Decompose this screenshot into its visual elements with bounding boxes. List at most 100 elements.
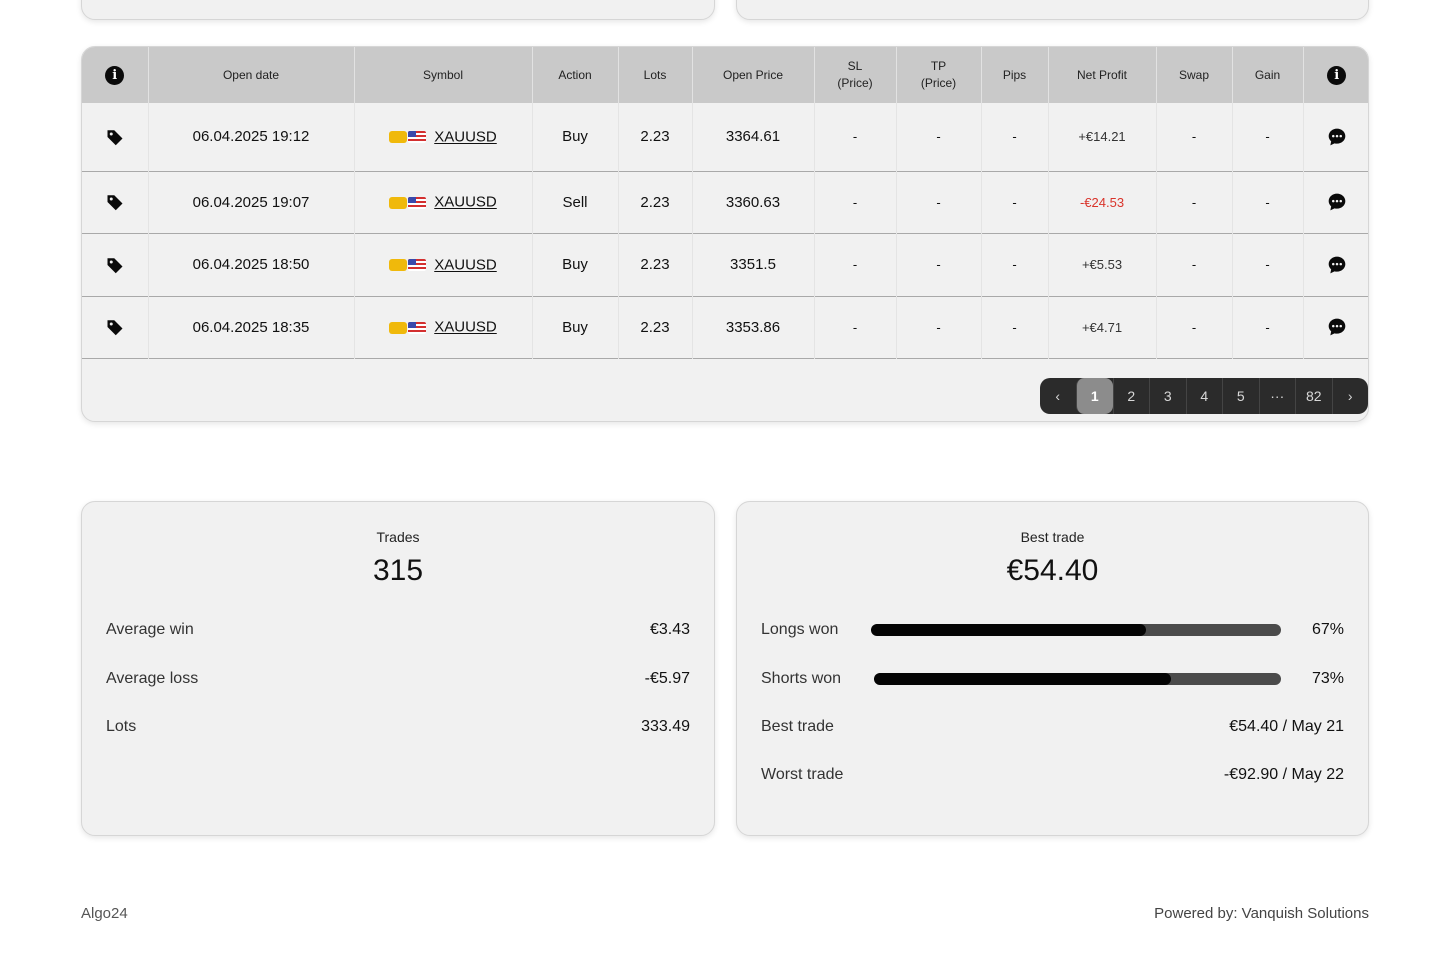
header-pips[interactable]: Pips <box>980 47 1048 103</box>
comment-cell[interactable] <box>1302 233 1368 296</box>
chat-icon[interactable] <box>1327 127 1347 147</box>
average-win-value: €3.43 <box>649 621 690 638</box>
longs-won-bar <box>871 624 1281 636</box>
lots-cell: 2.23 <box>617 296 692 359</box>
best-trade-title: Best trade <box>1020 529 1085 545</box>
pips-cell: - <box>980 296 1048 359</box>
table-row[interactable]: 06.04.2025 18:35 XAUUSD Buy 2.23 3353.86… <box>82 296 1368 359</box>
worst-trade-detail: -€92.90 / May 22 <box>1223 766 1344 783</box>
header-swap[interactable]: Swap <box>1155 47 1232 103</box>
tp-cell: - <box>895 171 981 234</box>
average-win-label: Average win <box>106 621 194 638</box>
pagination-page-2[interactable]: 2 <box>1112 378 1150 414</box>
sl-cell: - <box>813 296 896 359</box>
table-row[interactable]: 06.04.2025 19:12 XAUUSD Buy 2.23 3364.61… <box>82 103 1368 171</box>
best-trade-value: €54.40 <box>1006 554 1099 587</box>
sl-cell: - <box>813 233 896 296</box>
trades-title: Trades <box>376 529 420 545</box>
header-sl-line1: SL <box>847 59 863 73</box>
footer-brand: Algo24 <box>81 905 128 922</box>
tag-icon <box>107 320 123 336</box>
sl-cell: - <box>813 171 896 234</box>
header-info[interactable]: i <box>82 47 148 103</box>
swap-cell: - <box>1155 103 1232 171</box>
lots-cell: 2.23 <box>617 233 692 296</box>
pagination-ellipsis[interactable]: ··· <box>1258 378 1296 414</box>
best-trade-label: Best trade <box>761 718 834 735</box>
tag-icon <box>107 130 123 146</box>
open-price-cell: 3360.63 <box>691 171 814 234</box>
swap-cell: - <box>1155 233 1232 296</box>
pagination-page-1[interactable]: 1 <box>1076 378 1113 414</box>
comment-cell[interactable] <box>1302 171 1368 234</box>
tp-cell: - <box>895 103 981 171</box>
sl-cell: - <box>813 103 896 171</box>
trades-table: i Open date Symbol Action Lots Open Pric… <box>82 47 1368 359</box>
tp-cell: - <box>895 296 981 359</box>
swap-cell: - <box>1155 296 1232 359</box>
trades-summary-card: Trades 315 Average win €3.43 Average los… <box>81 501 715 836</box>
symbol-link[interactable]: XAUUSD <box>434 257 497 274</box>
best-trade-detail: €54.40 / May 21 <box>1229 718 1344 735</box>
comment-cell[interactable] <box>1302 103 1368 171</box>
lots-label: Lots <box>106 718 137 735</box>
longs-won-bar-fill <box>871 624 1146 636</box>
lots-cell: 2.23 <box>617 103 692 171</box>
symbol-link[interactable]: XAUUSD <box>434 129 497 146</box>
footer-powered-by: Powered by: Vanquish Solutions <box>1154 905 1369 922</box>
header-lots[interactable]: Lots <box>617 47 692 103</box>
shorts-won-bar <box>874 673 1281 685</box>
table-row[interactable]: 06.04.2025 18:50 XAUUSD Buy 2.23 3351.5 … <box>82 233 1368 296</box>
header-tp[interactable]: TP (Price) <box>895 47 981 103</box>
header-action[interactable]: Action <box>531 47 618 103</box>
chat-icon[interactable] <box>1327 317 1347 337</box>
pagination-page-82[interactable]: 82 <box>1295 378 1332 414</box>
swap-cell: - <box>1155 171 1232 234</box>
symbol-link[interactable]: XAUUSD <box>434 319 497 336</box>
pagination-page-4[interactable]: 4 <box>1185 378 1223 414</box>
header-tp-line1: TP <box>930 59 947 73</box>
pips-cell: - <box>980 103 1048 171</box>
pips-cell: - <box>980 233 1048 296</box>
header-open-date[interactable]: Open date <box>147 47 354 103</box>
tag-icon <box>107 258 123 274</box>
info-icon[interactable]: i <box>1327 65 1347 85</box>
gain-cell: - <box>1231 296 1303 359</box>
table-header-row: i Open date Symbol Action Lots Open Pric… <box>82 47 1368 103</box>
header-symbol[interactable]: Symbol <box>353 47 532 103</box>
shorts-won-label: Shorts won <box>761 670 842 687</box>
info-icon[interactable]: i <box>105 65 125 85</box>
chat-icon[interactable] <box>1327 192 1347 212</box>
pips-cell: - <box>980 171 1048 234</box>
header-gain[interactable]: Gain <box>1231 47 1303 103</box>
pagination-page-5[interactable]: 5 <box>1222 378 1259 414</box>
tag-cell <box>82 103 148 171</box>
table-row[interactable]: 06.04.2025 19:07 XAUUSD Sell 2.23 3360.6… <box>82 171 1368 234</box>
pagination-page-3[interactable]: 3 <box>1149 378 1186 414</box>
chat-icon[interactable] <box>1327 255 1347 275</box>
symbol-link[interactable]: XAUUSD <box>434 194 497 211</box>
header-net-profit[interactable]: Net Profit <box>1047 47 1156 103</box>
average-loss-value: -€5.97 <box>644 670 690 687</box>
shorts-won-percent: 73% <box>1311 670 1344 687</box>
gold-flag-icon <box>389 196 408 209</box>
gain-cell: - <box>1231 171 1303 234</box>
symbol-cell: XAUUSD <box>353 296 532 359</box>
pagination-prev-button[interactable]: ‹ <box>1040 378 1077 414</box>
tag-icon <box>107 195 123 211</box>
tp-cell: - <box>895 233 981 296</box>
header-sl[interactable]: SL (Price) <box>813 47 896 103</box>
open-date-cell: 06.04.2025 19:12 <box>147 103 354 171</box>
gain-cell: - <box>1231 103 1303 171</box>
pagination-next-button[interactable]: › <box>1331 378 1369 414</box>
gold-flag-icon <box>389 259 408 272</box>
open-date-cell: 06.04.2025 18:50 <box>147 233 354 296</box>
header-open-price[interactable]: Open Price <box>691 47 814 103</box>
us-flag-icon <box>408 131 427 144</box>
us-flag-icon <box>408 196 427 209</box>
gain-cell: - <box>1231 233 1303 296</box>
header-info-right[interactable]: i <box>1302 47 1368 103</box>
comment-cell[interactable] <box>1302 296 1368 359</box>
net-profit-cell: -€24.53 <box>1047 171 1156 234</box>
worst-trade-label: Worst trade <box>761 766 844 783</box>
